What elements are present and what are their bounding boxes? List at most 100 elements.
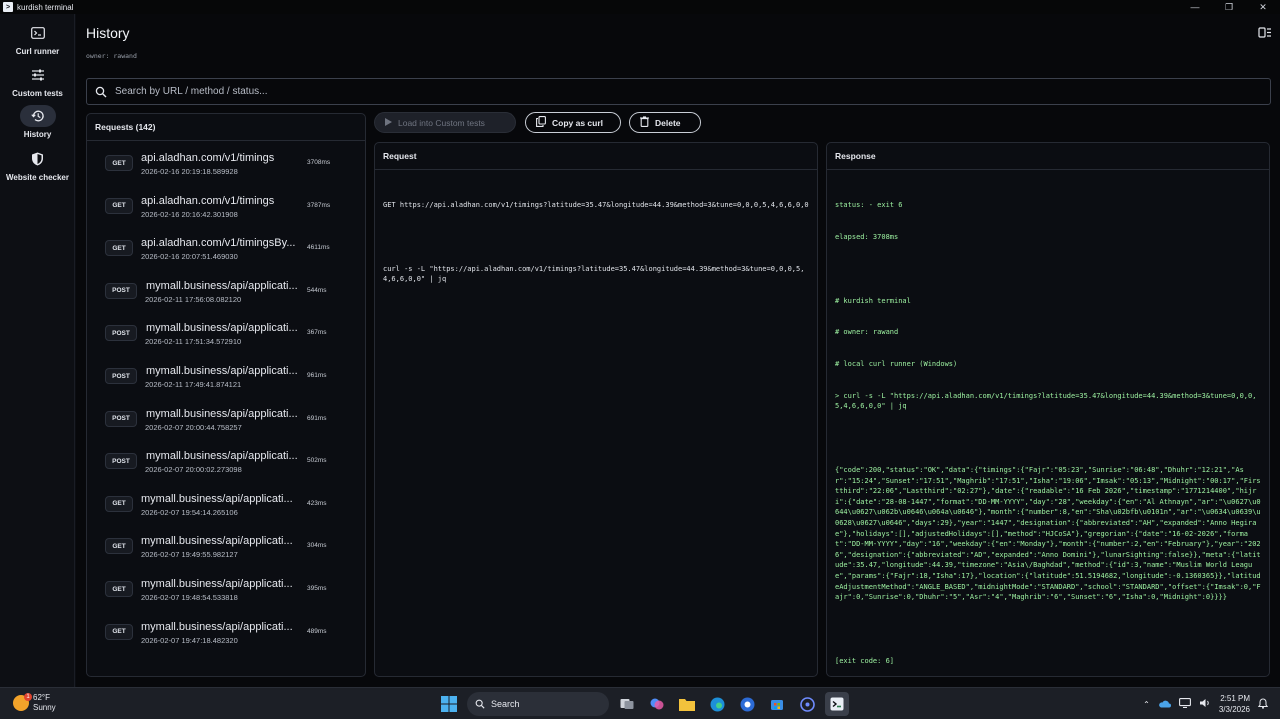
monitor-icon[interactable]: [1178, 698, 1191, 710]
terminal-icon: [20, 22, 56, 44]
sidebar-item-label: History: [23, 130, 52, 139]
store-icon[interactable]: [765, 692, 789, 716]
requests-panel: Requests (142) GET api.aladhan.com/v1/tim…: [86, 113, 366, 677]
clock-date: 3/3/2026: [1218, 705, 1250, 714]
request-duration: 502ms: [307, 457, 327, 465]
request-duration: 423ms: [307, 499, 327, 507]
request-url: mymall.business/api/applicati...: [146, 279, 298, 292]
task-view-icon[interactable]: [615, 692, 639, 716]
sliders-icon: [20, 64, 56, 86]
title-bar: > kurdish terminal — ❐ ✕: [0, 0, 1280, 14]
request-row[interactable]: POST mymall.business/api/applicati... 2026…: [87, 270, 365, 313]
edge-icon[interactable]: [705, 692, 729, 716]
trash-icon: [640, 116, 649, 129]
minimize-button[interactable]: —: [1178, 0, 1212, 14]
method-badge: GET: [105, 240, 133, 257]
curl-command: curl -s -L "https://api.aladhan.com/v1/t…: [383, 264, 805, 284]
delete-label: Delete: [655, 117, 681, 128]
sidebar-item-history[interactable]: History: [0, 105, 75, 139]
load-label: Load into Custom tests: [398, 117, 485, 128]
search-icon: [475, 699, 485, 709]
request-url: mymall.business/api/applicati...: [146, 450, 298, 463]
file-explorer-icon[interactable]: [675, 692, 699, 716]
request-row[interactable]: GET api.aladhan.com/v1/timingsBy... 2026-0…: [87, 227, 365, 270]
search-icon: [95, 85, 109, 99]
request-timestamp: 2026-02-11 17:49:41.874121: [145, 380, 242, 389]
response-comment: # kurdish terminal: [835, 296, 911, 305]
request-timestamp: 2026-02-07 19:49:55.982127: [141, 550, 238, 560]
request-row[interactable]: POST mymall.business/api/applicati... 2026…: [87, 440, 365, 483]
response-comment: # owner: rawand: [835, 328, 899, 337]
request-body: GET https://api.aladhan.com/v1/timings?l…: [375, 170, 817, 315]
shield-icon: [20, 148, 56, 170]
request-row[interactable]: GET mymall.business/api/applicati... 2026-…: [87, 483, 365, 526]
window-controls: — ❐ ✕: [1178, 0, 1280, 14]
taskbar-search-label: Search: [491, 699, 520, 709]
clear-history-icon[interactable]: [1258, 26, 1272, 40]
onedrive-icon[interactable]: [1158, 699, 1171, 710]
response-comment: # local curl runner (Windows): [835, 360, 958, 369]
windows-start-icon[interactable]: [437, 692, 461, 716]
request-row[interactable]: GET mymall.business/api/applicati... 2026-…: [87, 525, 365, 568]
kurdish-terminal-taskbar-icon[interactable]: [825, 692, 849, 716]
sidebar: Curl runner Custom tests History Website…: [0, 14, 75, 687]
sidebar-item-label: Curl runner: [15, 47, 60, 56]
request-row[interactable]: GET api.aladhan.com/v1/timings 2026-02-16 …: [87, 142, 365, 185]
copilot-icon[interactable]: [645, 692, 669, 716]
maximize-button[interactable]: ❐: [1212, 0, 1246, 14]
sidebar-item-website-checker[interactable]: Website checker: [0, 148, 75, 182]
method-badge: GET: [105, 155, 133, 171]
taskbar-search[interactable]: Search: [467, 692, 609, 716]
request-timestamp: 2026-02-16 20:07:51.469030: [141, 252, 238, 262]
volume-icon[interactable]: [1199, 698, 1211, 710]
method-badge: POST: [105, 282, 137, 299]
copy-label: Copy as curl: [552, 117, 604, 128]
method-badge: POST: [105, 368, 137, 384]
chrome-icon[interactable]: [735, 692, 759, 716]
method-badge: GET: [105, 581, 133, 597]
method-badge: POST: [105, 325, 137, 342]
method-badge: POST: [105, 453, 137, 470]
request-duration: 395ms: [307, 585, 327, 592]
request-row[interactable]: GET api.aladhan.com/v1/timings 2026-02-16 …: [87, 185, 365, 228]
page-title: History: [86, 25, 130, 41]
response-exit-code: [exit code: 6]: [835, 656, 895, 665]
request-row[interactable]: GET mymall.business/api/applicati... 2026-…: [87, 568, 365, 611]
request-row[interactable]: POST mymall.business/api/applicati... 2026…: [87, 312, 365, 355]
chevron-up-icon[interactable]: ⌃: [1143, 700, 1150, 709]
response-panel: Response status: - exit 6 elapsed: 3708m…: [826, 142, 1270, 677]
request-timestamp: 2026-02-11 17:51:34.572910: [145, 337, 242, 347]
sidebar-item-curl-runner[interactable]: Curl runner: [0, 22, 75, 56]
request-duration: 489ms: [307, 627, 327, 635]
clock[interactable]: 2:51 PM 3/3/2026: [1219, 693, 1250, 715]
request-timestamp: 2026-02-16 20:16:42.301908: [141, 209, 238, 219]
sidebar-item-custom-tests[interactable]: Custom tests: [0, 64, 75, 98]
weather-widget[interactable]: 1 62°F Sunny: [13, 693, 56, 713]
request-url: mymall.business/api/applicati...: [141, 578, 293, 590]
request-row[interactable]: GET mymall.business/api/applicati... 2026-…: [87, 611, 365, 654]
request-row[interactable]: POST mymall.business/api/applicati... 2026…: [87, 355, 365, 398]
request-timestamp: 2026-02-07 20:00:02.273098: [145, 465, 242, 475]
request-header: Request: [375, 143, 817, 170]
vpn-icon[interactable]: [795, 692, 819, 716]
request-url: api.aladhan.com/v1/timings: [141, 152, 275, 164]
request-url: mymall.business/api/applicati...: [141, 620, 293, 633]
request-timestamp: 2026-02-07 19:48:54.533818: [141, 593, 238, 602]
request-panel: Request GET https://api.aladhan.com/v1/t…: [374, 142, 818, 677]
method-badge: GET: [105, 495, 133, 512]
response-elapsed: elapsed: 3708ms: [835, 232, 899, 241]
request-line: GET https://api.aladhan.com/v1/timings?l…: [383, 201, 809, 210]
request-row[interactable]: POST mymall.business/api/applicati... 2026…: [87, 398, 365, 441]
delete-button[interactable]: Delete: [629, 112, 701, 133]
search-input[interactable]: [115, 86, 1215, 97]
request-url: mymall.business/api/applicati...: [141, 535, 293, 548]
request-duration: 367ms: [307, 329, 327, 337]
main-content: History owner: rawand Requests (142) GET…: [76, 14, 1280, 687]
close-button[interactable]: ✕: [1246, 0, 1280, 14]
load-into-custom-tests-button[interactable]: Load into Custom tests: [374, 112, 516, 133]
copy-as-curl-button[interactable]: Copy as curl: [525, 112, 621, 133]
request-timestamp: 2026-02-07 20:00:44.758257: [145, 422, 242, 432]
response-status: status: - exit 6: [835, 201, 903, 210]
notification-bell-icon[interactable]: [1257, 697, 1269, 711]
request-duration: 3708ms: [307, 159, 331, 166]
